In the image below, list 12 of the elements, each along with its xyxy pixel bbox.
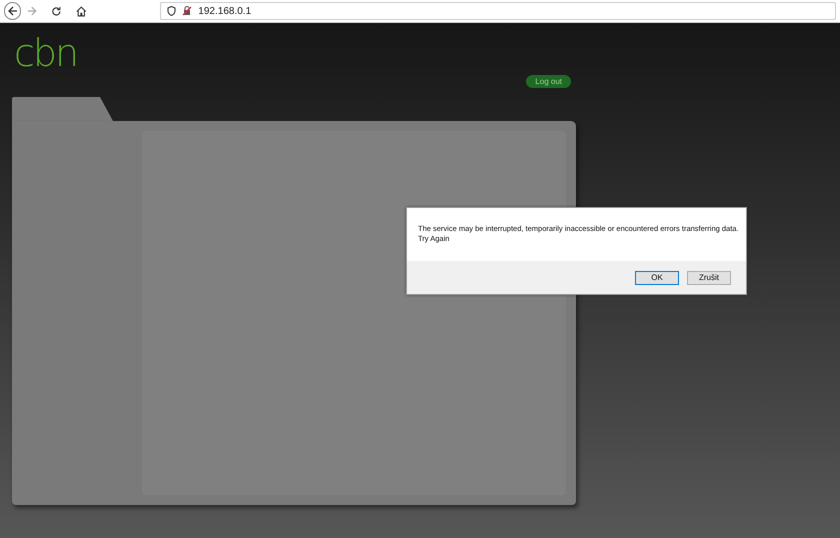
shield-icon [167,6,176,16]
back-button[interactable] [4,2,22,20]
logout-button[interactable]: Log out [526,75,571,88]
dialog-button[interactable]: Zrušit [687,270,731,284]
address-bar[interactable]: 192.168.0.1 [160,2,836,20]
reload-icon[interactable] [51,6,62,16]
home-icon[interactable] [76,6,86,16]
insecure-lock-icon [182,6,192,16]
back-arrow-icon [8,6,18,16]
address-text: 192.168.0.1 [198,4,252,18]
logo: cbn [14,33,78,73]
dialog-button[interactable]: OK [635,270,679,284]
